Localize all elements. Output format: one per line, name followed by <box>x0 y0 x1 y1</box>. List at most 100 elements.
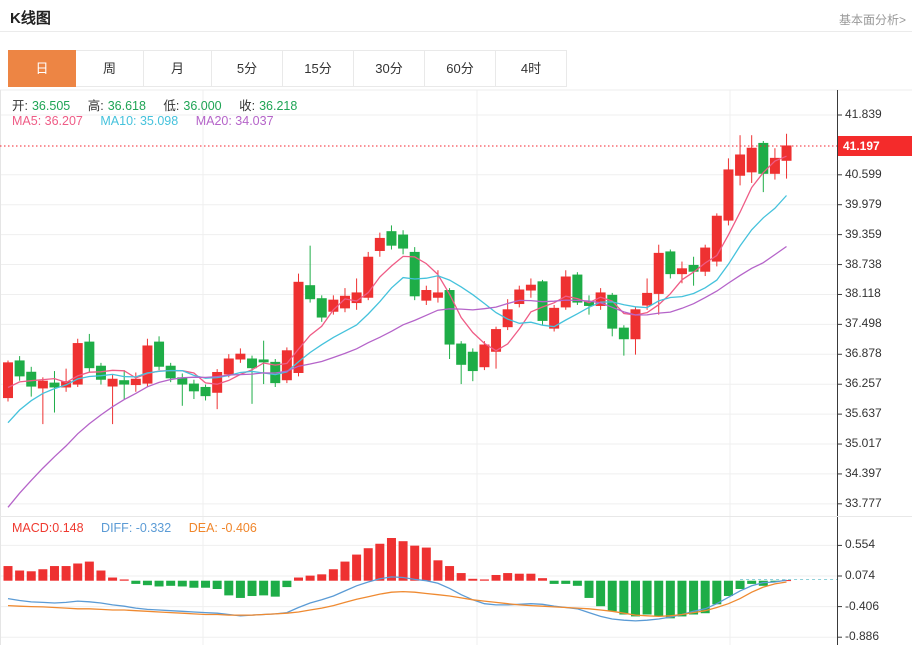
candle-body <box>131 379 140 384</box>
y-axis-label: 36.878 <box>845 346 882 360</box>
y-axis-label: -0.886 <box>845 629 879 643</box>
macd-bar <box>503 573 512 581</box>
candle-body <box>445 291 454 345</box>
macd-bar <box>712 581 721 605</box>
candle-body <box>526 285 535 290</box>
y-axis-label: 34.397 <box>845 466 882 480</box>
macd-bar <box>561 581 570 584</box>
macd-bar <box>224 581 233 596</box>
candle-body <box>433 293 442 297</box>
macd-bar <box>445 566 454 581</box>
diff-value: DIFF: -0.332 <box>101 521 171 535</box>
macd-legend: MACD:0.148 DIFF: -0.332 DEA: -0.406 <box>12 521 261 535</box>
candle-body <box>654 253 663 293</box>
low-label: 低: <box>163 99 179 113</box>
macd-bar <box>50 566 59 581</box>
kline-widget: K线图 基本面分析> 日周月5分15分30分60分4时 开:36.505 高:3… <box>0 0 912 645</box>
close-value: 36.218 <box>259 99 297 113</box>
candle-body <box>213 372 222 392</box>
ma-legend: MA5: 36.207 MA10: 35.098 MA20: 34.037 <box>12 114 278 128</box>
macd-bar <box>422 548 431 581</box>
y-axis-label: 38.738 <box>845 257 882 271</box>
candle-body <box>503 310 512 327</box>
macd-bar <box>364 548 373 581</box>
macd-bar <box>189 581 198 588</box>
macd-bar <box>108 578 117 581</box>
ma10-value: MA10: 35.098 <box>100 114 178 128</box>
candle-body <box>468 352 477 370</box>
macd-bar <box>259 581 268 596</box>
candle-body <box>85 342 94 368</box>
macd-bar <box>271 581 280 597</box>
candle-body <box>143 346 152 383</box>
ma10-line <box>8 196 787 423</box>
y-axis-label: 39.979 <box>845 197 882 211</box>
candle-body <box>50 383 59 387</box>
ma20-value: MA20: 34.037 <box>196 114 274 128</box>
candle-body <box>166 366 175 378</box>
macd-bar <box>608 581 617 612</box>
macd-bar <box>131 581 140 584</box>
current-price-tag: 41.197 <box>838 136 912 156</box>
macd-bar <box>631 581 640 617</box>
macd-bar <box>399 541 408 581</box>
y-axis-label: 0.554 <box>845 537 875 551</box>
macd-value: MACD:0.148 <box>12 521 84 535</box>
macd-bar <box>387 538 396 581</box>
macd-bar <box>457 573 466 581</box>
macd-bar <box>538 578 547 581</box>
macd-bar <box>38 569 47 580</box>
candle-body <box>736 155 745 175</box>
candle-body <box>375 238 384 250</box>
dea-value: DEA: -0.406 <box>189 521 257 535</box>
candle-body <box>4 363 13 398</box>
candle-body <box>15 361 24 376</box>
macd-bar <box>329 569 338 580</box>
candle-body <box>666 252 675 274</box>
candle-body <box>120 381 129 384</box>
macd-bar <box>62 566 71 581</box>
candle-body <box>480 345 489 367</box>
y-axis-label: -0.406 <box>845 599 879 613</box>
macd-bar <box>375 544 384 581</box>
macd-bar <box>317 574 326 580</box>
macd-bar <box>282 581 291 587</box>
candle-body <box>224 359 233 374</box>
candle-body <box>27 372 36 386</box>
macd-bar <box>85 562 94 581</box>
macd-bar <box>724 581 733 596</box>
candle-body <box>282 351 291 380</box>
high-value: 36.618 <box>108 99 146 113</box>
macd-bar <box>143 581 152 585</box>
candle-body <box>108 379 117 386</box>
macd-bar <box>410 546 419 581</box>
macd-bar <box>526 574 535 581</box>
y-axis-label: 0.074 <box>845 568 875 582</box>
macd-bar <box>492 575 501 581</box>
open-value: 36.505 <box>32 99 70 113</box>
macd-bar <box>155 581 164 587</box>
macd-bar <box>166 581 175 586</box>
candle-body <box>317 299 326 317</box>
high-label: 高: <box>88 99 104 113</box>
macd-bar <box>201 581 210 588</box>
macd-bar <box>248 581 257 596</box>
macd-bar <box>654 581 663 617</box>
macd-bar <box>747 581 756 584</box>
y-axis-label: 41.839 <box>845 107 882 121</box>
macd-bar <box>677 581 686 617</box>
y-axis-label: 33.777 <box>845 496 882 510</box>
candle-body <box>677 269 686 274</box>
open-label: 开: <box>12 99 28 113</box>
y-axis-label: 35.017 <box>845 436 882 450</box>
candle-body <box>701 248 710 271</box>
candle-body <box>248 359 257 368</box>
candle-body <box>306 286 315 299</box>
macd-bar <box>306 576 315 581</box>
candle-body <box>259 360 268 362</box>
y-axis-label: 39.359 <box>845 227 882 241</box>
macd-bar <box>294 578 303 581</box>
macd-bar <box>73 564 82 581</box>
macd-bar <box>4 566 13 581</box>
y-axis-label: 38.118 <box>845 286 881 300</box>
